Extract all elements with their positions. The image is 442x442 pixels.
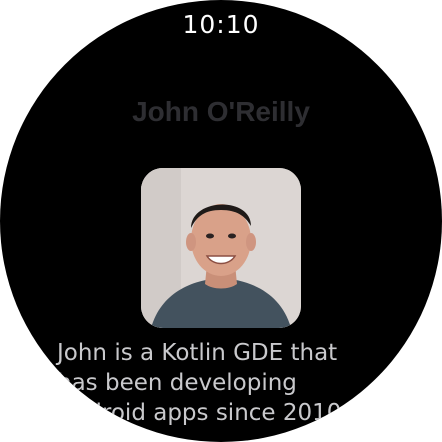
speaker-name: John O'Reilly bbox=[132, 96, 310, 127]
bio-line: Android apps since 2010 bbox=[57, 400, 342, 426]
status-time: 10:10 bbox=[182, 10, 260, 39]
speaker-avatar bbox=[141, 168, 301, 328]
speaker-photo bbox=[141, 168, 301, 328]
watch-face: 10:10 John O'Reilly John is a Kotlin GDE… bbox=[0, 0, 442, 442]
speaker-bio: John is a Kotlin GDE that has been devel… bbox=[57, 338, 387, 428]
bio-line: has been developing bbox=[57, 370, 297, 396]
bio-line: John is a Kotlin GDE that bbox=[57, 340, 338, 366]
